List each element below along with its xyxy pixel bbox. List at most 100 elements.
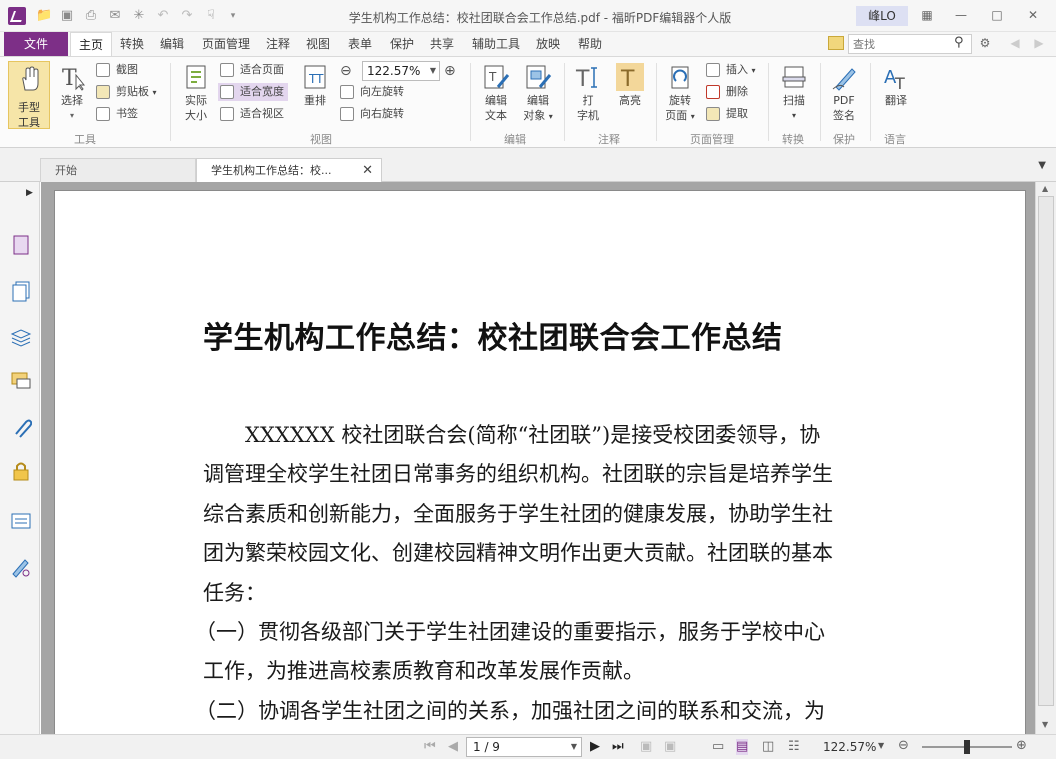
- print-icon[interactable]: ⎙: [84, 9, 98, 23]
- scan-button[interactable]: 扫描 ▾: [776, 63, 812, 123]
- page-number-input[interactable]: 1 / 9 ▼: [466, 737, 582, 757]
- pages-icon[interactable]: [10, 280, 32, 302]
- tab-convert[interactable]: 转换: [114, 32, 150, 56]
- fit-width-button[interactable]: 适合宽度: [218, 83, 288, 101]
- vertical-scrollbar[interactable]: ▲ ▼: [1035, 182, 1056, 734]
- attachment-icon[interactable]: [10, 416, 33, 438]
- delete-page-button[interactable]: 删除: [706, 83, 748, 101]
- edit-object-button[interactable]: 编辑 对象 ▾: [518, 63, 558, 124]
- group-label-page-management: 页面管理: [690, 133, 734, 146]
- tab-form[interactable]: 表单: [342, 32, 378, 56]
- close-tab-icon[interactable]: ✕: [362, 159, 373, 183]
- close-button[interactable]: ✕: [1022, 6, 1044, 24]
- zoom-out-icon[interactable]: ⊖: [340, 63, 352, 79]
- zoom-select[interactable]: 122.57% ▼: [362, 61, 440, 81]
- hand-tool-button[interactable]: 手型 工具: [8, 61, 50, 129]
- find-folder-icon[interactable]: [828, 36, 844, 50]
- next-page-icon[interactable]: ▶: [590, 739, 600, 755]
- signature-icon[interactable]: [10, 556, 32, 578]
- fit-visible-button[interactable]: 适合视区: [220, 105, 284, 123]
- screenshot-button[interactable]: 截图: [96, 61, 138, 79]
- tab-slideshow[interactable]: 放映: [530, 32, 566, 56]
- scroll-up-icon[interactable]: ▲: [1042, 184, 1048, 193]
- open-folder-icon[interactable]: 📁: [36, 9, 52, 23]
- typewriter-button[interactable]: T 打 字机: [570, 63, 606, 123]
- layers-icon[interactable]: [10, 326, 32, 348]
- nav-back-icon[interactable]: ◀: [1004, 34, 1026, 52]
- svg-text:T: T: [894, 74, 905, 91]
- rotate-right-button[interactable]: 向右旋转: [340, 105, 404, 123]
- tab-start[interactable]: 开始: [40, 158, 196, 182]
- tab-accessibility[interactable]: 辅助工具: [466, 32, 526, 56]
- file-menu-button[interactable]: 文件: [4, 32, 68, 56]
- select-tool-button[interactable]: T 选择 ▾: [54, 63, 90, 123]
- fit-width-icon: [220, 85, 234, 99]
- scrollbar-thumb[interactable]: [1038, 196, 1054, 706]
- tab-home[interactable]: 主页: [70, 32, 112, 56]
- layout-icon[interactable]: ▦: [916, 6, 938, 24]
- hand-tool-dropdown-icon[interactable]: ☟: [204, 9, 218, 23]
- previous-view-icon[interactable]: ▣: [640, 739, 652, 755]
- first-page-icon[interactable]: ⏮: [424, 739, 436, 755]
- actual-size-icon: [182, 63, 210, 91]
- minimize-button[interactable]: —: [950, 6, 972, 24]
- clipboard-button[interactable]: 剪贴板 ▾: [96, 83, 157, 101]
- zoom-dropdown-icon[interactable]: ▼: [878, 741, 884, 750]
- last-page-icon[interactable]: ⏭: [612, 739, 624, 755]
- tab-share[interactable]: 共享: [424, 32, 460, 56]
- lock-icon[interactable]: [10, 460, 32, 482]
- edit-text-button[interactable]: T 编辑 文本: [478, 63, 514, 123]
- continuous-page-icon[interactable]: ▤: [736, 739, 749, 755]
- zoom-slider-handle[interactable]: [964, 740, 970, 754]
- clipboard-icon: [96, 85, 110, 99]
- search-icon[interactable]: ⚲: [954, 35, 964, 50]
- hand-icon: [19, 66, 41, 92]
- pdf-sign-button[interactable]: PDF 签名: [826, 63, 862, 123]
- maximize-button[interactable]: □: [986, 6, 1008, 24]
- extract-page-button[interactable]: 提取: [706, 105, 748, 123]
- insert-page-button[interactable]: 插入 ▾: [706, 61, 756, 79]
- zoom-level[interactable]: 122.57%: [823, 740, 876, 754]
- undo-icon[interactable]: ↶: [156, 9, 170, 23]
- scanner-icon: [780, 63, 808, 91]
- tab-edit[interactable]: 编辑: [154, 32, 190, 56]
- tab-comment[interactable]: 注释: [260, 32, 296, 56]
- document-viewport[interactable]: 学生机构工作总结：校社团联合会工作总结 XXXXXX 校社团联合会(简称“社团联…: [41, 182, 1035, 734]
- tab-list-dropdown-icon[interactable]: ▼: [1038, 160, 1046, 171]
- zoom-out-icon[interactable]: ⊖: [898, 738, 909, 754]
- rotate-page-button[interactable]: 旋转 页面 ▾: [662, 63, 698, 124]
- save-icon[interactable]: ▣: [60, 9, 74, 23]
- zoom-in-icon[interactable]: ⊕: [1016, 738, 1027, 754]
- customize-toolbar-icon[interactable]: ▾: [226, 9, 240, 23]
- new-document-icon[interactable]: ✳: [132, 9, 146, 23]
- fit-page-button[interactable]: 适合页面: [220, 61, 284, 79]
- comments-icon[interactable]: [10, 370, 32, 392]
- tab-help[interactable]: 帮助: [572, 32, 608, 56]
- translate-button[interactable]: AT 翻译: [876, 63, 916, 108]
- reflow-button[interactable]: TT 重排: [298, 63, 332, 108]
- rotate-left-button[interactable]: 向左旋转: [340, 83, 404, 101]
- highlight-button[interactable]: T 高亮: [612, 63, 648, 108]
- tab-current-document[interactable]: 学生机构工作总结：校... ✕: [196, 158, 382, 182]
- tab-page-management[interactable]: 页面管理: [196, 32, 256, 56]
- tab-view[interactable]: 视图: [300, 32, 336, 56]
- scroll-down-icon[interactable]: ▼: [1042, 720, 1048, 729]
- next-view-icon[interactable]: ▣: [664, 739, 676, 755]
- email-icon[interactable]: ✉: [108, 9, 122, 23]
- app-logo-icon[interactable]: [8, 7, 26, 25]
- expand-panel-icon[interactable]: ▶: [26, 188, 33, 198]
- page-thumbnail-icon[interactable]: [10, 234, 32, 256]
- nav-forward-icon[interactable]: ▶: [1028, 34, 1050, 52]
- facing-page-icon[interactable]: ◫: [762, 739, 774, 755]
- form-fields-icon[interactable]: [10, 510, 32, 532]
- continuous-facing-icon[interactable]: ☷: [788, 739, 800, 755]
- user-account[interactable]: 峰LO: [856, 6, 908, 26]
- previous-page-icon[interactable]: ◀: [448, 739, 458, 755]
- single-page-icon[interactable]: ▭: [712, 739, 724, 755]
- zoom-in-icon[interactable]: ⊕: [444, 63, 456, 79]
- settings-gear-icon[interactable]: ⚙: [974, 34, 996, 52]
- redo-icon[interactable]: ↷: [180, 9, 194, 23]
- actual-size-button[interactable]: 实际 大小: [178, 63, 214, 123]
- tab-protect[interactable]: 保护: [384, 32, 420, 56]
- bookmark-button[interactable]: 书签: [96, 105, 138, 123]
